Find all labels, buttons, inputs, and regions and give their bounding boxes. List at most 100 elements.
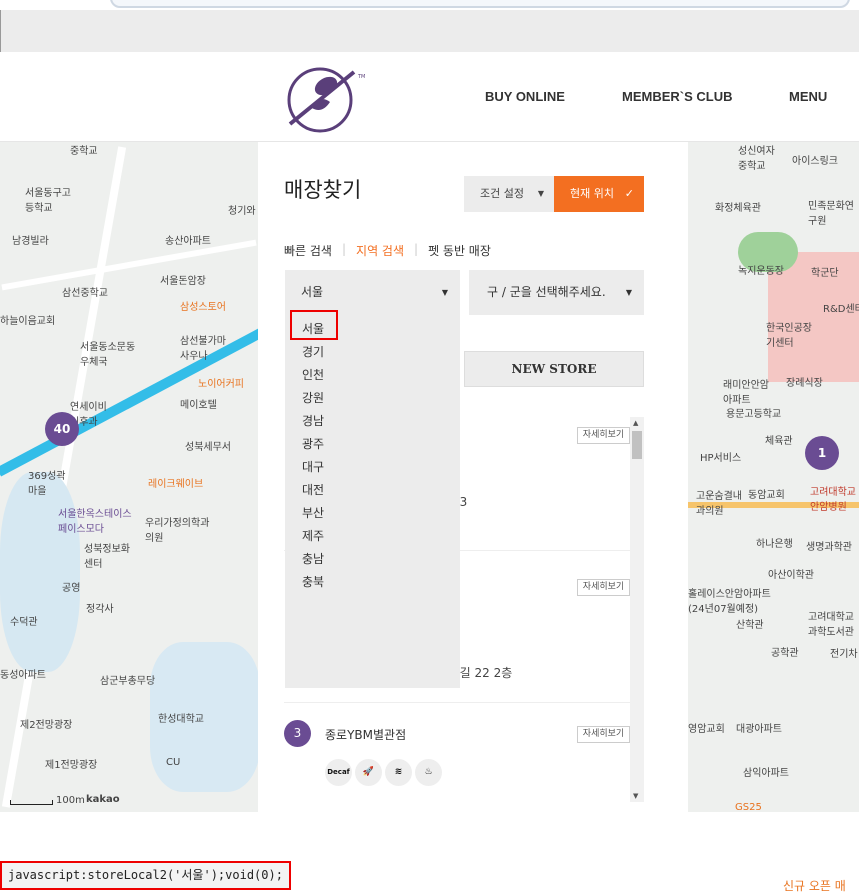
map-label: 청기와 — [228, 206, 256, 217]
decaf-icon: Decaf — [325, 759, 352, 786]
caret-down-icon: ▼ — [625, 288, 632, 297]
map-label: 화정체육관 — [715, 203, 761, 214]
detail-button[interactable]: 자세히보기 — [577, 579, 630, 596]
svg-text:&: & — [318, 97, 325, 107]
map-label: 수덕관 — [10, 617, 38, 628]
option-daejeon[interactable]: 대전 — [302, 481, 324, 498]
map-cluster-pin[interactable]: 1 — [805, 436, 839, 470]
map-label: 성북정보화센터 — [84, 544, 130, 570]
nav-members-club[interactable]: MEMBER`S CLUB — [622, 89, 733, 104]
list-item[interactable]: 3 종로YBM별관점 자세히보기 Decaf 🚀 ≋ ♨ — [284, 720, 630, 802]
store-address: 7길 22 2층 — [452, 666, 513, 680]
option-gwangju[interactable]: 광주 — [302, 435, 324, 452]
map-right[interactable]: 성신여자중학교 아이스링크 화정체육관 민족문화연구원 녹지운동장 학군단 R&… — [688, 142, 859, 812]
map-label: 홀레이스안암아파트(24년07월예정) — [688, 589, 771, 615]
city-dropdown-list: 서울 경기 인천 강원 경남 광주 대구 대전 부산 제주 충남 충북 — [285, 310, 460, 688]
option-gyeonggi[interactable]: 경기 — [302, 343, 324, 360]
scroll-down-icon[interactable]: ▼ — [633, 792, 638, 800]
map-label: 래미안안암아파트 — [723, 380, 769, 406]
scale-bar — [10, 800, 53, 805]
new-store-button[interactable]: NEW STORE — [464, 351, 644, 387]
map-label: 고운숨결내과의원 — [696, 491, 742, 517]
detail-button[interactable]: 자세히보기 — [577, 726, 630, 743]
map-label: 산학관 — [736, 620, 764, 631]
map-label: 공영 — [62, 583, 81, 594]
address-bar[interactable] — [110, 0, 850, 8]
browser-top — [0, 0, 859, 10]
svg-text:TM: TM — [357, 74, 365, 80]
map-label: 삼성스토어 — [180, 302, 226, 313]
page-title: 매장찾기 — [284, 178, 362, 202]
map-label: 성북세무서 — [185, 442, 231, 453]
map-label: 고려대학교안암병원 — [810, 487, 856, 513]
map-label: 대광아파트 — [736, 724, 782, 735]
map-label: 우리가정의학과의원 — [145, 518, 210, 544]
option-chungnam[interactable]: 충남 — [302, 550, 324, 567]
brand-logo[interactable]: & TM — [284, 64, 370, 134]
nav-menu[interactable]: MENU — [789, 89, 827, 104]
tab-quick-search[interactable]: 빠른 검색 — [284, 242, 332, 259]
map-label: 전기차 — [830, 649, 858, 660]
list-scrollbar[interactable]: ▲ ▼ — [630, 417, 644, 802]
map-label: 고려대학교과학도서관 — [808, 612, 854, 638]
current-location-label: 현재 위치 — [570, 187, 614, 200]
map-label: 중학교 — [70, 146, 98, 157]
top-gray-bar — [0, 10, 859, 52]
map-label: 메이호텔 — [180, 400, 217, 411]
option-chungbuk[interactable]: 충북 — [302, 573, 324, 590]
status-bar-link-preview: javascript:storeLocal2('서울');void(0); — [0, 861, 291, 890]
store-finder-panel: 매장찾기 조건 설정 ▼ 현재 위치 ✓ 빠른 검색 | 지역 검색 | 펫 동반 매장… — [258, 142, 688, 812]
option-busan[interactable]: 부산 — [302, 504, 324, 521]
current-location-button[interactable]: 현재 위치 ✓ — [554, 176, 644, 212]
map-label: 삼익아파트 — [743, 768, 789, 779]
map-label: 서울동소문동우체국 — [80, 342, 136, 368]
map-label: 삼선중학교 — [62, 288, 108, 299]
new-open-link[interactable]: 신규 오픈 매 — [783, 877, 846, 894]
divider: | — [341, 242, 347, 256]
detail-button[interactable]: 자세히보기 — [577, 427, 630, 444]
map-water — [0, 472, 80, 672]
map-cluster-pin[interactable]: 40 — [45, 412, 79, 446]
map-label: 한성대학교 — [158, 714, 204, 725]
map-label: 공학관 — [771, 648, 799, 659]
map-label: 삼선불가마사우나 — [180, 336, 226, 362]
map-label: 하나은행 — [756, 539, 793, 550]
search-tabs: 빠른 검색 | 지역 검색 | 펫 동반 매장 — [284, 242, 491, 259]
option-gyeongnam[interactable]: 경남 — [302, 412, 324, 429]
map-label: 영암교회 — [688, 724, 725, 735]
map-label: 하늘이음교회 — [0, 316, 56, 327]
wifi-icon: ≋ — [385, 759, 412, 786]
map-label: CU — [166, 757, 181, 768]
option-daegu[interactable]: 대구 — [302, 458, 324, 475]
nav-buy-online[interactable]: BUY ONLINE — [485, 89, 565, 104]
map-label: 아이스링크 — [792, 156, 838, 167]
city-select-value: 서울 — [301, 285, 324, 299]
tab-pet-stores[interactable]: 펫 동반 매장 — [428, 242, 491, 259]
scroll-thumb[interactable] — [632, 431, 642, 459]
caret-down-icon: ▼ — [537, 189, 544, 198]
district-select[interactable]: 구 / 군을 선택해주세요. ▼ — [469, 270, 644, 315]
map-label: 녹지운동장 — [738, 266, 784, 277]
rocket-icon: 🚀 — [355, 759, 382, 786]
city-select[interactable]: 서울 ▼ — [285, 270, 460, 315]
map-label: 장례식장 — [786, 378, 823, 389]
map-left[interactable]: 중학교 서울동구고등학교 남경빌라 송산아파트 청기와 서울돈암장 삼선중학교 … — [0, 142, 258, 812]
map-label: 남경빌라 — [12, 236, 49, 247]
tab-region-search[interactable]: 지역 검색 — [356, 242, 404, 259]
condition-dropdown[interactable]: 조건 설정 ▼ — [464, 176, 554, 212]
option-gangwon[interactable]: 강원 — [302, 389, 324, 406]
store-name[interactable]: 종로YBM별관점 — [325, 726, 406, 743]
kakao-logo: kakao — [86, 794, 120, 805]
option-jeju[interactable]: 제주 — [302, 527, 324, 544]
map-label: 제1전망광장 — [45, 760, 98, 771]
scroll-up-icon[interactable]: ▲ — [633, 419, 638, 427]
map-label: R&D센터 — [823, 304, 859, 315]
map-label: 동성아파트 — [0, 670, 46, 681]
option-incheon[interactable]: 인천 — [302, 366, 324, 383]
scale-label: 100m — [56, 795, 85, 806]
map-label: 정각사 — [86, 604, 114, 615]
map-label: HP서비스 — [700, 453, 742, 464]
district-select-value: 구 / 군을 선택해주세요. — [487, 285, 606, 299]
caret-down-icon: ▼ — [441, 288, 448, 297]
condition-label: 조건 설정 — [480, 187, 524, 200]
